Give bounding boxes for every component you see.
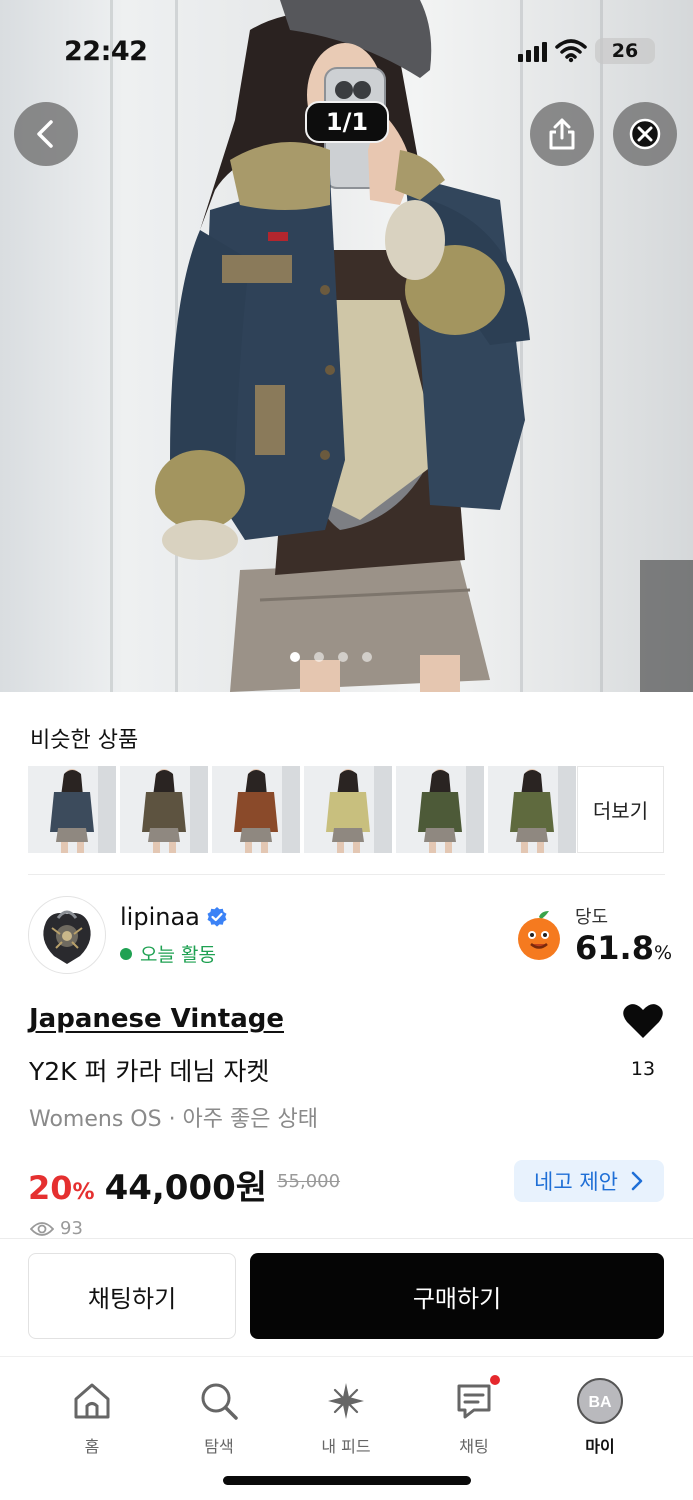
tab-home[interactable]: 홈 (52, 1379, 132, 1457)
gallery-dot (362, 652, 372, 662)
view-count: 93 (30, 1218, 83, 1239)
image-counter: 1/1 (305, 101, 389, 143)
like-count: 13 (630, 1058, 656, 1080)
unread-badge-dot (490, 1375, 500, 1385)
close-icon (629, 118, 661, 150)
similar-item-thumbnail[interactable] (304, 766, 392, 853)
tab-my[interactable]: BA 마이 (560, 1378, 640, 1457)
gallery-dot (338, 652, 348, 662)
tab-my-feed[interactable]: 내 피드 (306, 1379, 386, 1457)
gallery-dot (314, 652, 324, 662)
similar-item-thumbnail[interactable] (120, 766, 208, 853)
similar-items-list (28, 766, 576, 853)
seller-name-row[interactable]: lipinaa (120, 903, 228, 931)
seller-name[interactable]: lipinaa (120, 903, 200, 931)
discount-rate: 20% (28, 1169, 95, 1207)
heart-icon (623, 1004, 663, 1038)
similar-items-title: 비슷한 상품 (30, 728, 139, 753)
tab-my-feed-label: 내 피드 (321, 1437, 371, 1456)
home-indicator (223, 1476, 471, 1485)
tab-my-label: 마이 (585, 1437, 615, 1456)
buy-button[interactable]: 구매하기 (250, 1253, 664, 1339)
sale-price: 44,000원 (104, 1168, 268, 1208)
tab-search-label: 탐색 (204, 1437, 234, 1456)
home-icon (74, 1383, 110, 1419)
gallery-pagination (290, 652, 372, 662)
sweetness-text: 당도 61.8% (575, 903, 672, 967)
share-button[interactable] (530, 102, 594, 166)
view-count-value: 93 (60, 1218, 83, 1239)
chat-button[interactable]: 채팅하기 (28, 1253, 236, 1339)
verified-badge-icon (207, 907, 227, 927)
chat-icon (457, 1384, 491, 1419)
seller-activity-status: 오늘 활동 (120, 940, 216, 967)
similar-item-thumbnail[interactable] (488, 766, 576, 853)
chevron-left-icon (37, 120, 53, 148)
price-row: 20% 44,000원 55,000 (28, 1160, 340, 1209)
orange-mascot-icon (518, 911, 560, 960)
divider (28, 874, 665, 875)
like-button[interactable]: 13 (620, 1002, 666, 1080)
sweetness-value: 61.8% (575, 929, 673, 967)
similar-more-button[interactable]: 더보기 (577, 766, 664, 853)
original-price: 55,000 (277, 1171, 341, 1192)
product-meta: Womens OS · 아주 좋은 상태 (29, 1107, 318, 1132)
status-time: 22:42 (64, 36, 148, 67)
status-icons: 26 (518, 38, 655, 64)
similar-item-thumbnail[interactable] (396, 766, 484, 853)
sweetness-label: 당도 (575, 907, 609, 928)
seller-activity-label: 오늘 활동 (140, 944, 216, 966)
sweetness-score[interactable]: 당도 61.8% (511, 903, 672, 967)
seller-avatar[interactable] (28, 896, 106, 974)
eye-icon (30, 1221, 54, 1236)
online-dot-icon (120, 947, 132, 960)
gallery-dot (290, 652, 300, 662)
tab-chat[interactable]: 채팅 (434, 1375, 514, 1457)
offer-label: 네고 제안 (534, 1170, 618, 1194)
tab-home-label: 홈 (84, 1437, 100, 1456)
product-title: Y2K 퍼 카라 데님 자켓 (29, 1057, 270, 1086)
chevron-right-icon (631, 1171, 643, 1191)
share-icon (549, 118, 575, 150)
battery-indicator: 26 (595, 38, 655, 64)
sparkle-icon (328, 1383, 364, 1419)
tab-chat-label: 채팅 (459, 1437, 489, 1456)
product-image-gallery[interactable]: 22:42 26 1/1 (0, 0, 693, 692)
search-icon (201, 1383, 238, 1420)
brand-link[interactable]: Japanese Vintage (29, 1004, 284, 1034)
cellular-signal-icon (518, 40, 547, 62)
similar-item-thumbnail[interactable] (212, 766, 300, 853)
profile-avatar-text: BA (588, 1394, 612, 1411)
purchase-action-bar: 채팅하기 구매하기 (0, 1238, 693, 1356)
back-button[interactable] (14, 102, 78, 166)
profile-icon: BA (577, 1378, 623, 1424)
seller-logo-image (43, 910, 91, 964)
wifi-icon (555, 39, 587, 63)
tab-search[interactable]: 탐색 (179, 1379, 259, 1457)
similar-item-thumbnail[interactable] (28, 766, 116, 853)
close-button[interactable] (613, 102, 677, 166)
offer-button[interactable]: 네고 제안 (514, 1160, 664, 1202)
